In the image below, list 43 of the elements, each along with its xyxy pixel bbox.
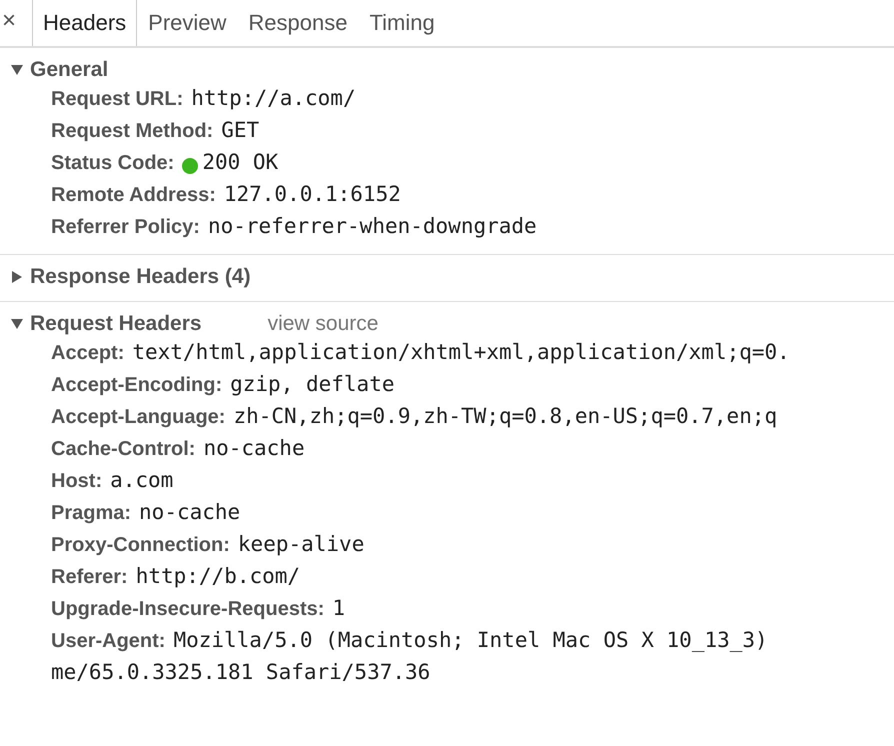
- tab[interactable]: Timing: [358, 0, 446, 46]
- header-value: 1: [332, 596, 346, 620]
- header-name: Upgrade-Insecure-Requests:: [51, 598, 324, 621]
- view-source-link[interactable]: view source: [268, 312, 378, 336]
- close-button[interactable]: ×: [0, 0, 32, 46]
- header-name: Accept-Language:: [51, 406, 226, 429]
- header-value: http://a.com/: [191, 86, 356, 110]
- header-name: Request Method:: [51, 120, 214, 143]
- triangle-down-icon[interactable]: [10, 318, 24, 330]
- section-title[interactable]: Response Headers (4): [30, 265, 251, 289]
- header-value: GET: [221, 118, 260, 142]
- header-value: me/65.0.3325.181 Safari/537.36: [51, 660, 430, 684]
- section-title[interactable]: General: [30, 58, 108, 82]
- header-name: User-Agent:: [51, 630, 166, 653]
- header-value: http://b.com/: [136, 564, 300, 588]
- header-value: no-referrer-when-downgrade: [208, 214, 537, 238]
- header-name: Referer:: [51, 566, 128, 589]
- header-name: Accept-Encoding:: [51, 374, 222, 397]
- header-value: 200 OK: [202, 150, 278, 174]
- tab[interactable]: Headers: [32, 0, 138, 46]
- header-name: Accept:: [51, 342, 124, 365]
- header-name: Status Code:: [51, 152, 174, 175]
- tab[interactable]: Response: [237, 0, 358, 46]
- header-value: keep-alive: [238, 532, 364, 556]
- header-name: Host:: [51, 470, 102, 493]
- triangle-down-icon[interactable]: [10, 64, 24, 76]
- header-name: Request URL:: [51, 88, 184, 111]
- header-name: Cache-Control:: [51, 438, 196, 461]
- header-value: zh-CN,zh;q=0.9,zh-TW;q=0.8,en-US;q=0.7,en;q: [233, 404, 778, 428]
- header-name: Proxy-Connection:: [51, 534, 230, 557]
- header-value: Mozilla/5.0 (Macintosh; Intel Mac OS X 10_13_3): [173, 628, 768, 652]
- tab[interactable]: Preview: [137, 0, 238, 46]
- header-name: Remote Address:: [51, 184, 216, 207]
- header-value: 127.0.0.1:6152: [224, 182, 401, 206]
- header-value: a.com: [110, 468, 174, 492]
- header-value: text/html,application/xhtml+xml,application/xml;q=0.: [132, 340, 790, 364]
- header-name: Pragma:: [51, 502, 132, 525]
- triangle-right-icon[interactable]: [10, 271, 24, 283]
- section-title[interactable]: Request Headers: [30, 312, 202, 336]
- header-value: no-cache: [139, 500, 240, 524]
- header-value: gzip, deflate: [230, 372, 394, 396]
- header-name: Referrer Policy:: [51, 216, 200, 239]
- header-value: no-cache: [203, 436, 305, 460]
